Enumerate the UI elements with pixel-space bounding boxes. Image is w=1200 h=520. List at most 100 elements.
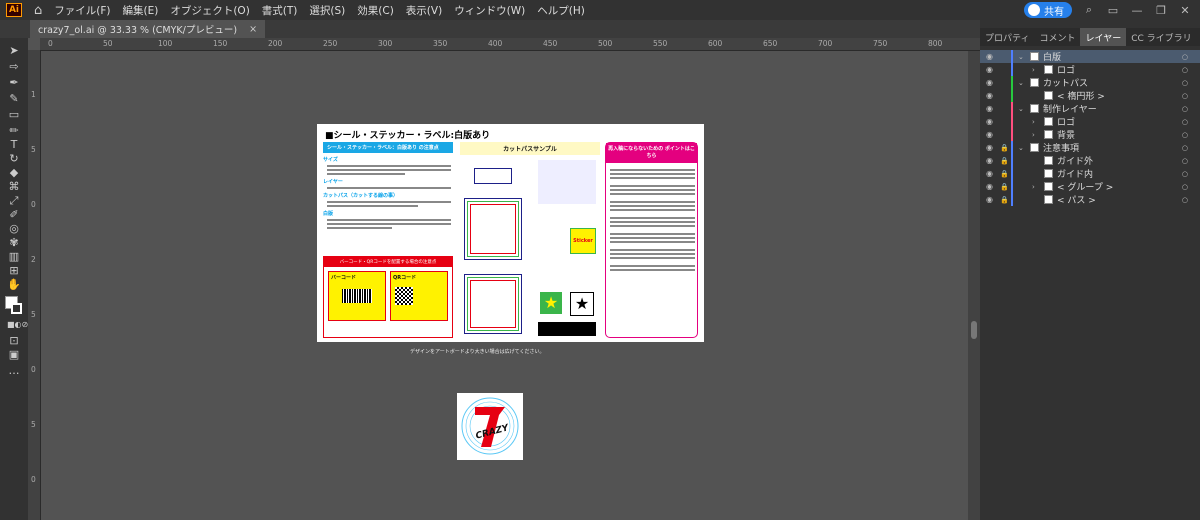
lock-icon[interactable]: 🔒 — [1000, 183, 1009, 191]
visibility-eye-icon[interactable]: ◉ — [986, 78, 993, 87]
scroll-thumb[interactable] — [971, 321, 977, 339]
type-tool-icon[interactable]: T — [7, 138, 21, 152]
chevron-down-icon[interactable]: ⌄ — [1018, 53, 1024, 61]
target-circle-icon[interactable]: ○ — [1182, 183, 1188, 191]
artboard-tool-icon[interactable]: ⊞ — [7, 264, 21, 278]
color-mode-icon[interactable]: ■◐⊘ — [7, 318, 28, 332]
artboard-main[interactable]: ■シール・ステッカー・ラベル:白版あり シール・ステッカー・ラベル：白版あり の… — [317, 124, 704, 342]
minimize-icon[interactable]: — — [1130, 4, 1144, 17]
layer-row[interactable]: ◉ › 背景 ○ — [980, 128, 1200, 141]
menu-item-1[interactable]: 編集(E) — [123, 3, 159, 18]
search-icon[interactable]: ⌕ — [1082, 3, 1096, 17]
home-icon[interactable]: ⌂ — [34, 3, 42, 18]
screen-mode-icon[interactable]: ▣ — [7, 348, 21, 362]
pencil-tool-icon[interactable]: ✏ — [7, 124, 21, 138]
layer-row[interactable]: ◉ 🔒 › < グループ > ○ — [980, 180, 1200, 193]
layer-row[interactable]: ◉ 🔒 ガイド内 ○ — [980, 167, 1200, 180]
vertical-scrollbar[interactable] — [968, 51, 980, 520]
target-circle-icon[interactable]: ○ — [1182, 66, 1188, 74]
target-circle-icon[interactable]: ○ — [1182, 131, 1188, 139]
visibility-eye-icon[interactable]: ◉ — [986, 104, 993, 113]
menu-item-4[interactable]: 選択(S) — [309, 3, 345, 18]
menu-item-5[interactable]: 効果(C) — [357, 3, 394, 18]
stroke-swatch[interactable] — [11, 303, 22, 314]
draw-mode-icon[interactable]: ⊡ — [7, 334, 21, 348]
artboard-logo[interactable]: CRAZY — [457, 393, 523, 460]
free-transform-tool-icon[interactable]: ⤢ — [7, 194, 21, 208]
target-circle-icon[interactable]: ○ — [1182, 170, 1188, 178]
target-circle-icon[interactable]: ○ — [1182, 79, 1188, 87]
chevron-right-icon[interactable]: › — [1032, 131, 1035, 139]
chevron-down-icon[interactable]: ⌄ — [1018, 144, 1024, 152]
visibility-eye-icon[interactable]: ◉ — [986, 169, 993, 178]
graph-tool-icon[interactable]: ▥ — [7, 250, 21, 264]
panel-tab-0[interactable]: プロパティ — [980, 28, 1034, 46]
menu-item-2[interactable]: オブジェクト(O) — [170, 3, 249, 18]
layer-row[interactable]: ◉ 🔒 ⌄ 注意事項 ○ — [980, 141, 1200, 154]
close-tab-icon[interactable]: × — [249, 24, 257, 35]
visibility-eye-icon[interactable]: ◉ — [986, 182, 993, 191]
direct-selection-tool-icon[interactable]: ⇨ — [7, 60, 21, 74]
share-button[interactable]: 共有 — [1024, 2, 1072, 18]
target-circle-icon[interactable]: ○ — [1182, 92, 1188, 100]
layer-row[interactable]: ◉ 🔒 < パス > ○ — [980, 193, 1200, 206]
menu-item-3[interactable]: 書式(T) — [262, 3, 298, 18]
close-window-icon[interactable]: ✕ — [1178, 4, 1192, 17]
layer-row[interactable]: ◉ ⌄ 白版 ○ — [980, 50, 1200, 63]
chevron-right-icon[interactable]: › — [1032, 66, 1035, 74]
layer-row[interactable]: ◉ 🔒 ガイド外 ○ — [980, 154, 1200, 167]
menu-item-7[interactable]: ウィンドウ(W) — [454, 3, 525, 18]
visibility-eye-icon[interactable]: ◉ — [986, 91, 993, 100]
panel-tab-3[interactable]: CC ライブラリ — [1126, 28, 1196, 46]
menu-item-8[interactable]: ヘルプ(H) — [537, 3, 585, 18]
layer-row[interactable]: ◉ › ロゴ ○ — [980, 63, 1200, 76]
target-circle-icon[interactable]: ○ — [1182, 105, 1188, 113]
chevron-right-icon[interactable]: › — [1032, 183, 1035, 191]
layer-row[interactable]: ◉ ⌄ 制作レイヤー ○ — [980, 102, 1200, 115]
rectangle-tool-icon[interactable]: ▭ — [7, 108, 21, 122]
layer-row[interactable]: ◉ ⌄ カットパス ○ — [980, 76, 1200, 89]
lock-icon[interactable]: 🔒 — [1000, 170, 1009, 178]
lock-icon[interactable]: 🔒 — [1000, 144, 1009, 152]
rotate-tool-icon[interactable]: ↻ — [7, 152, 21, 166]
ruler-v-label: 0 — [31, 475, 36, 484]
chevron-down-icon[interactable]: ⌄ — [1018, 105, 1024, 113]
menu-item-6[interactable]: 表示(V) — [406, 3, 442, 18]
lock-icon[interactable]: 🔒 — [1000, 196, 1009, 204]
visibility-eye-icon[interactable]: ◉ — [986, 156, 993, 165]
target-circle-icon[interactable]: ○ — [1182, 196, 1188, 204]
target-circle-icon[interactable]: ○ — [1182, 157, 1188, 165]
lock-icon[interactable]: 🔒 — [1000, 157, 1009, 165]
panel-tab-1[interactable]: コメント — [1034, 28, 1080, 46]
maximize-icon[interactable]: ❐ — [1154, 4, 1168, 17]
visibility-eye-icon[interactable]: ◉ — [986, 143, 993, 152]
menu-item-0[interactable]: ファイル(F) — [54, 3, 110, 18]
visibility-eye-icon[interactable]: ◉ — [986, 130, 993, 139]
chevron-right-icon[interactable]: › — [1032, 118, 1035, 126]
pen-tool-icon[interactable]: ✒ — [7, 76, 21, 90]
curvature-tool-icon[interactable]: ✎ — [7, 92, 21, 106]
target-circle-icon[interactable]: ○ — [1182, 118, 1188, 126]
layer-row[interactable]: ◉ › ロゴ ○ — [980, 115, 1200, 128]
layer-row[interactable]: ◉ < 楕円形 > ○ — [980, 89, 1200, 102]
target-circle-icon[interactable]: ○ — [1182, 53, 1188, 61]
symbol-tool-icon[interactable]: ✾ — [7, 236, 21, 250]
chevron-down-icon[interactable]: ⌄ — [1018, 79, 1024, 87]
more-tools-icon[interactable]: … — [7, 364, 21, 378]
visibility-eye-icon[interactable]: ◉ — [986, 65, 993, 74]
visibility-eye-icon[interactable]: ◉ — [986, 117, 993, 126]
visibility-eye-icon[interactable]: ◉ — [986, 195, 993, 204]
eraser-tool-icon[interactable]: ◆ — [7, 166, 21, 180]
workspace-icon[interactable]: ▭ — [1106, 4, 1120, 17]
target-circle-icon[interactable]: ○ — [1182, 144, 1188, 152]
blend-tool-icon[interactable]: ◎ — [7, 222, 21, 236]
ruler-h-label: 650 — [763, 39, 778, 48]
hand-tool-icon[interactable]: ✋ — [7, 278, 21, 292]
width-tool-icon[interactable]: ⌘ — [7, 180, 21, 194]
selection-tool-icon[interactable]: ➤ — [7, 44, 21, 58]
share-label: 共有 — [1044, 6, 1064, 18]
panel-tab-2[interactable]: レイヤー — [1080, 28, 1127, 46]
eyedropper-tool-icon[interactable]: ✐ — [7, 208, 21, 222]
visibility-eye-icon[interactable]: ◉ — [986, 52, 993, 61]
document-tab[interactable]: crazy7_ol.ai @ 33.33 % (CMYK/プレビュー) × — [30, 20, 266, 38]
